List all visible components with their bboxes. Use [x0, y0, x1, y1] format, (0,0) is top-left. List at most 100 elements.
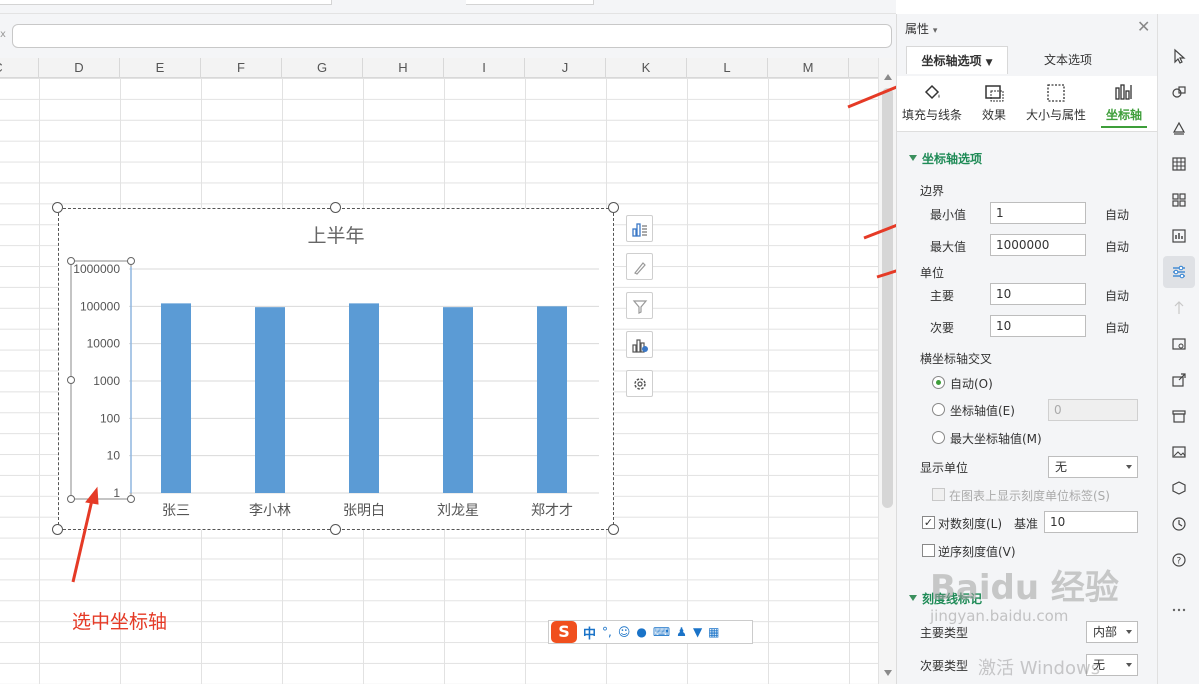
chart-style-icon[interactable] [626, 253, 653, 280]
tab-text-options[interactable]: 文本选项 [1017, 46, 1119, 74]
microphone-icon[interactable]: ● [636, 625, 646, 639]
cross-max-label[interactable]: 最大坐标轴值(M) [950, 430, 1042, 447]
scroll-up-icon[interactable] [884, 74, 892, 80]
column-header-c[interactable]: C [0, 58, 39, 78]
size-icon [1047, 84, 1065, 102]
show-unit-label-checkbox[interactable] [932, 488, 945, 501]
column-header-h[interactable]: H [363, 58, 444, 78]
display-unit-value: 无 [1055, 460, 1068, 474]
formula-input[interactable] [12, 24, 892, 48]
reverse-order-label[interactable]: 逆序刻度值(V) [938, 543, 1016, 560]
shapes-icon[interactable] [1163, 76, 1195, 108]
emoji-icon[interactable]: ☺ [618, 625, 631, 639]
help-icon[interactable]: ? [1163, 544, 1195, 576]
archive-icon[interactable] [1163, 400, 1195, 432]
shield-icon[interactable] [1163, 472, 1195, 504]
resize-handle-tl[interactable] [52, 202, 63, 213]
chart-type-icon[interactable] [626, 331, 653, 358]
minor-unit-label: 次要 [930, 321, 955, 335]
column-header-d[interactable]: D [39, 58, 120, 78]
scroll-down-icon[interactable] [884, 670, 892, 676]
select-cursor-icon[interactable] [1163, 40, 1195, 72]
sogou-logo-icon[interactable]: S [551, 621, 577, 643]
tab-axis-options[interactable]: 坐标轴选项 ▼ [906, 46, 1008, 74]
table-icon[interactable] [1163, 148, 1195, 180]
major-auto-button[interactable]: 自动 [1105, 287, 1129, 304]
apps-grid-icon[interactable] [1163, 184, 1195, 216]
column-header-i[interactable]: I [444, 58, 525, 78]
tab-size-properties[interactable]: 大小与属性 [1025, 76, 1087, 132]
reverse-order-checkbox[interactable] [922, 544, 935, 557]
fill-style-icon[interactable] [1163, 112, 1195, 144]
tab-effects[interactable]: 效果 [963, 76, 1025, 132]
cross-value-label[interactable]: 坐标轴值(E) [950, 402, 1015, 419]
transform-icon[interactable] [1163, 292, 1195, 324]
column-header-f[interactable]: F [201, 58, 282, 78]
scroll-thumb[interactable] [882, 88, 893, 508]
chart-elements-icon[interactable] [626, 215, 653, 242]
cross-auto-label[interactable]: 自动(O) [950, 375, 993, 392]
display-unit-label: 显示单位 [920, 461, 969, 475]
column-header-k[interactable]: K [606, 58, 687, 78]
toolbox-icon[interactable]: ▦ [708, 625, 719, 639]
column-header-e[interactable]: E [120, 58, 201, 78]
fx-icon[interactable]: x [0, 29, 6, 40]
major-unit-input[interactable]: 10 [990, 283, 1086, 305]
cross-auto-radio[interactable] [932, 376, 945, 389]
picture-icon[interactable] [1163, 436, 1195, 468]
vertical-scrollbar[interactable] [878, 58, 896, 684]
chart-plot-area[interactable]: 1 10 100 1000 10000 100000 1000000 张三 李小林 张明白 刘龙星 郑… [59, 209, 615, 531]
history-icon[interactable] [1163, 508, 1195, 540]
log-scale-checkbox[interactable]: ✓ [922, 516, 935, 529]
y-tick-label: 1 [113, 486, 120, 500]
resize-handle-br[interactable] [608, 524, 619, 535]
image-settings-icon[interactable] [1163, 328, 1195, 360]
chart-filter-icon[interactable] [626, 292, 653, 319]
min-auto-button[interactable]: 自动 [1105, 206, 1129, 223]
max-auto-button[interactable]: 自动 [1105, 238, 1129, 255]
chart[interactable]: 上半年 1 10 100 1000 10000 100000 1000000 张三 李小林 张明白… [58, 208, 614, 530]
close-icon[interactable]: ✕ [1137, 17, 1150, 36]
share-icon[interactable] [1163, 364, 1195, 396]
resize-handle-bl[interactable] [52, 524, 63, 535]
display-unit-select[interactable]: 无 [1048, 456, 1138, 478]
chevron-down-icon [1126, 630, 1132, 634]
chart-icon[interactable] [1163, 220, 1195, 252]
ime-punct[interactable]: °, [602, 625, 612, 639]
tab-axis[interactable]: 坐标轴 [1093, 76, 1155, 132]
column-header-g[interactable]: G [282, 58, 363, 78]
cross-value-input[interactable]: 0 [1048, 399, 1138, 421]
column-header-l[interactable]: L [687, 58, 768, 78]
x-tick-label: 张明白 [343, 503, 385, 519]
panel-title[interactable]: 属性 ▾ [905, 20, 937, 37]
column-header-m[interactable]: M [768, 58, 849, 78]
section-axis-options-label: 坐标轴选项 [922, 152, 983, 166]
resize-handle-t[interactable] [330, 202, 341, 213]
properties-settings-icon[interactable] [1163, 256, 1195, 288]
ime-toolbar[interactable]: S 中 °, ☺ ● ⌨ ♟ ▼ ▦ [548, 620, 753, 644]
log-scale-label[interactable]: 对数刻度(L) [938, 515, 1002, 532]
keyboard-icon[interactable]: ⌨ [653, 625, 670, 639]
top-strip [0, 0, 896, 14]
paint-bucket-icon [924, 84, 940, 100]
max-value-input[interactable]: 1000000 [990, 234, 1086, 256]
major-type-select[interactable]: 内部 [1086, 621, 1138, 643]
resize-handle-tr[interactable] [608, 202, 619, 213]
min-value-input[interactable]: 1 [990, 202, 1086, 224]
y-tick-label: 1000000 [73, 262, 120, 276]
cross-value-radio[interactable] [932, 403, 945, 416]
ime-mode[interactable]: 中 [583, 623, 596, 642]
chart-settings-icon[interactable] [626, 370, 653, 397]
skin-icon[interactable]: ▼ [693, 625, 702, 639]
log-base-input[interactable]: 10 [1044, 511, 1138, 533]
cross-max-radio[interactable] [932, 431, 945, 444]
section-axis-options[interactable]: 坐标轴选项 [909, 150, 982, 167]
x-tick-label: 刘龙星 [437, 503, 479, 519]
tab-fill-line[interactable]: 填充与线条 [901, 76, 963, 132]
column-header-j[interactable]: J [525, 58, 606, 78]
resize-handle-b[interactable] [330, 524, 341, 535]
user-icon[interactable]: ♟ [676, 625, 687, 639]
minor-unit-input[interactable]: 10 [990, 315, 1086, 337]
more-icon[interactable] [1163, 594, 1195, 626]
minor-auto-button[interactable]: 自动 [1105, 319, 1129, 336]
